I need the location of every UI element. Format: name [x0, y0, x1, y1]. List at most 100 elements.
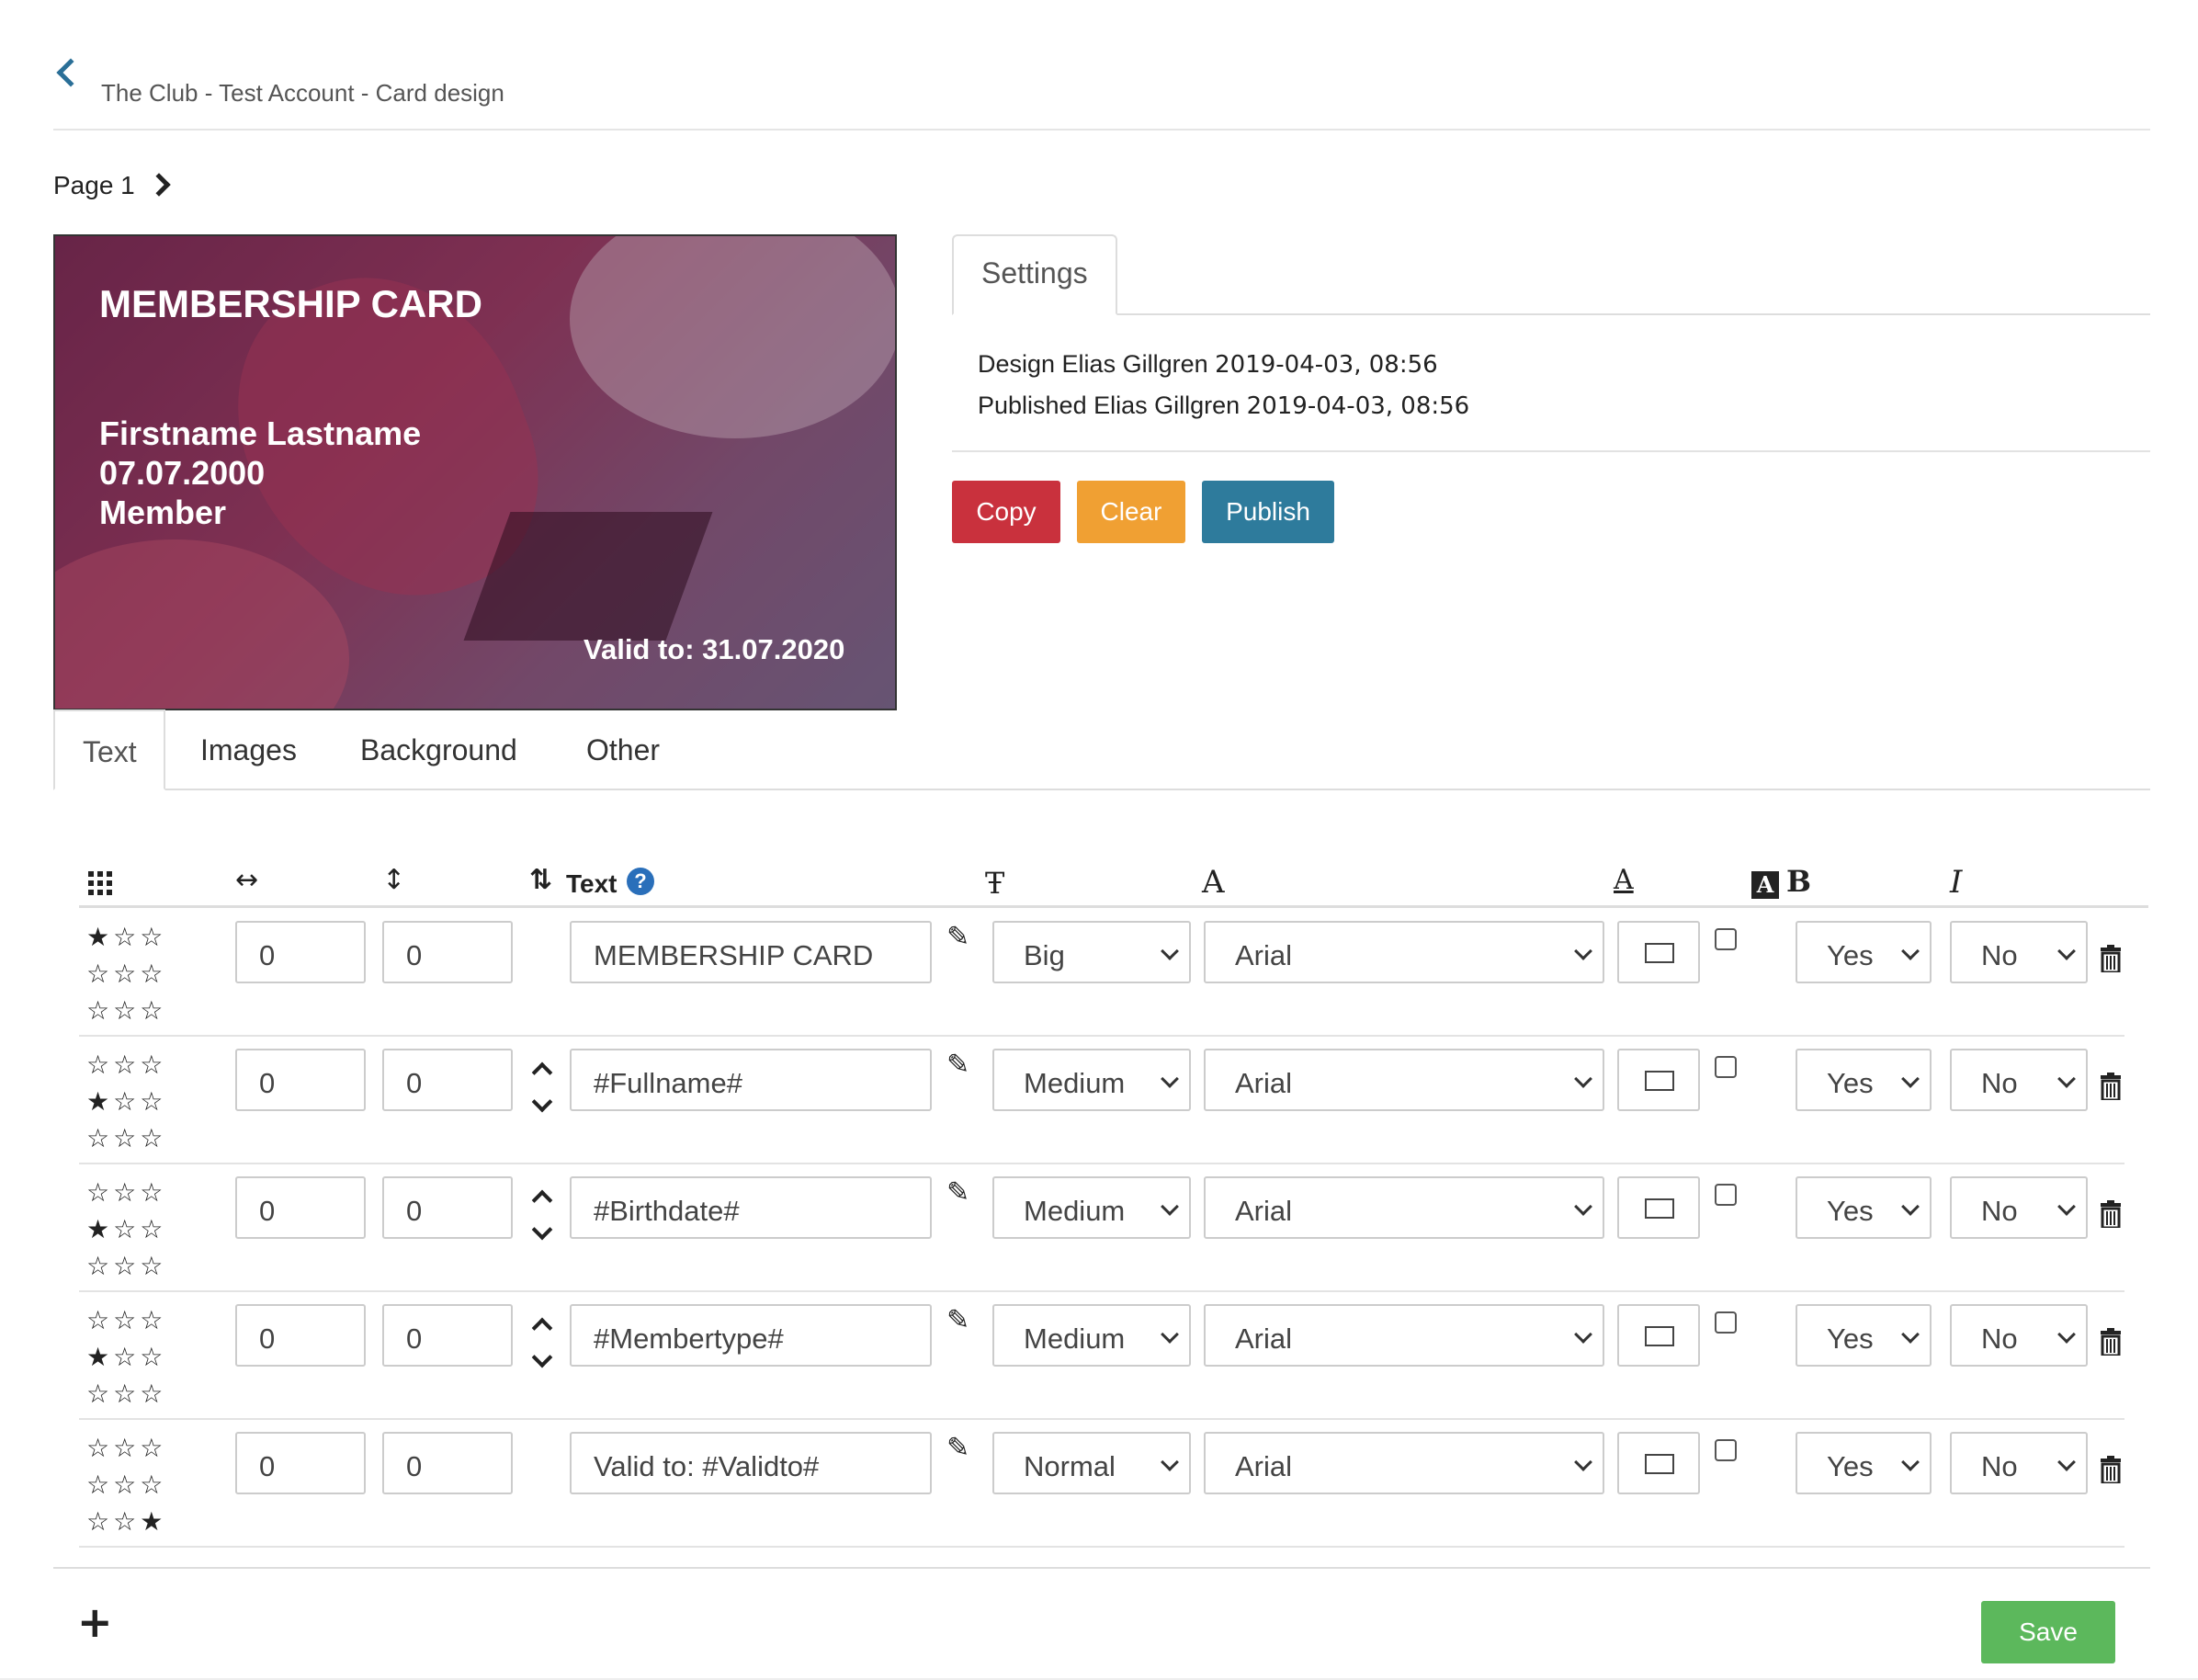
- size-value: Medium: [1024, 1322, 1126, 1355]
- font-select[interactable]: Arial: [1204, 1432, 1604, 1494]
- trash-icon[interactable]: [2101, 1328, 2121, 1357]
- position-stars[interactable]: ★☆☆ ☆☆☆ ☆☆☆: [86, 919, 166, 1029]
- add-row-icon[interactable]: +: [77, 1597, 113, 1647]
- edit-pencil-icon[interactable]: ✎: [946, 1049, 969, 1081]
- font-value: Arial: [1235, 1195, 1293, 1227]
- size-select[interactable]: Big: [992, 921, 1191, 983]
- trash-icon[interactable]: [2101, 1073, 2121, 1102]
- italic-select[interactable]: No: [1950, 1304, 2088, 1367]
- trash-icon[interactable]: [2101, 1200, 2121, 1230]
- bold-select[interactable]: Yes: [1796, 1304, 1932, 1367]
- font-select[interactable]: Arial: [1204, 921, 1604, 983]
- text-background-checkbox[interactable]: [1715, 1184, 1737, 1206]
- chevron-down-icon: [1574, 1198, 1592, 1216]
- italic-select[interactable]: No: [1950, 1049, 2088, 1111]
- help-icon[interactable]: ?: [627, 868, 654, 895]
- color-swatch-icon: [1645, 943, 1674, 963]
- font-color-picker[interactable]: [1617, 1432, 1700, 1494]
- edit-pencil-icon[interactable]: ✎: [946, 1176, 969, 1209]
- x-offset-input[interactable]: 0: [235, 1176, 366, 1239]
- x-offset-input[interactable]: 0: [235, 1304, 366, 1367]
- x-offset-input[interactable]: 0: [235, 921, 366, 983]
- chevron-down-icon: [1574, 1070, 1592, 1088]
- x-offset-input[interactable]: 0: [235, 1049, 366, 1111]
- tab-images[interactable]: Images: [200, 709, 297, 790]
- color-swatch-icon: [1645, 1071, 1674, 1091]
- size-select[interactable]: Medium: [992, 1049, 1191, 1111]
- text-background-checkbox[interactable]: [1715, 1311, 1737, 1334]
- bold-select[interactable]: Yes: [1796, 1432, 1932, 1494]
- text-background-checkbox[interactable]: [1715, 1056, 1737, 1078]
- edit-pencil-icon[interactable]: ✎: [946, 1432, 969, 1464]
- text-background-checkbox[interactable]: [1715, 928, 1737, 950]
- clear-button[interactable]: Clear: [1077, 481, 1185, 543]
- font-color-picker[interactable]: [1617, 921, 1700, 983]
- edit-pencil-icon[interactable]: ✎: [946, 921, 969, 953]
- move-up-icon[interactable]: [531, 1061, 553, 1084]
- move-up-icon[interactable]: [531, 1317, 553, 1339]
- font-select[interactable]: Arial: [1204, 1049, 1604, 1111]
- card-title: MEMBERSHIP CARD: [99, 282, 482, 325]
- text-input[interactable]: Valid to: #Validto#: [570, 1432, 932, 1494]
- tab-background[interactable]: Background: [360, 709, 517, 790]
- text-input[interactable]: #Fullname#: [570, 1049, 932, 1111]
- move-down-icon[interactable]: [531, 1219, 553, 1241]
- move-down-icon[interactable]: [531, 1346, 553, 1368]
- y-offset-input[interactable]: 0: [382, 1304, 513, 1367]
- bold-value: Yes: [1827, 1450, 1874, 1482]
- text-background-checkbox[interactable]: [1715, 1439, 1737, 1461]
- italic-select[interactable]: No: [1950, 1176, 2088, 1239]
- chevron-down-icon: [1161, 1325, 1179, 1344]
- page-header: The Club - Test Account - Card design: [53, 44, 2150, 131]
- font-select[interactable]: Arial: [1204, 1304, 1604, 1367]
- font-select[interactable]: Arial: [1204, 1176, 1604, 1239]
- back-chevron-icon[interactable]: [56, 58, 85, 87]
- x-offset-input[interactable]: 0: [235, 1432, 366, 1494]
- move-up-icon[interactable]: [531, 1189, 553, 1211]
- position-stars[interactable]: ☆☆☆ ★☆☆ ☆☆☆: [86, 1302, 166, 1413]
- y-offset-input[interactable]: 0: [382, 1432, 513, 1494]
- tab-text[interactable]: Text: [53, 709, 165, 790]
- size-select[interactable]: Medium: [992, 1304, 1191, 1367]
- sort-order-icon: ⇅: [529, 864, 553, 896]
- tab-other[interactable]: Other: [586, 709, 660, 790]
- position-stars[interactable]: ☆☆☆ ★☆☆ ☆☆☆: [86, 1047, 166, 1157]
- save-button[interactable]: Save: [1981, 1601, 2115, 1663]
- italic-select[interactable]: No: [1950, 1432, 2088, 1494]
- size-value: Medium: [1024, 1067, 1126, 1099]
- y-offset-input[interactable]: 0: [382, 1049, 513, 1111]
- bold-select[interactable]: Yes: [1796, 1176, 1932, 1239]
- font-color-picker[interactable]: [1617, 1304, 1700, 1367]
- table-row: ☆☆☆ ★☆☆ ☆☆☆ 0 0 #Birthdate# ✎ Medium Ari…: [79, 1165, 2124, 1292]
- chevron-down-icon: [1161, 942, 1179, 960]
- y-offset-input[interactable]: 0: [382, 1176, 513, 1239]
- font-color-picker[interactable]: [1617, 1049, 1700, 1111]
- vertical-offset-icon: ↕: [382, 864, 406, 896]
- font-value: Arial: [1235, 939, 1293, 971]
- trash-icon[interactable]: [2101, 1456, 2121, 1485]
- bold-select[interactable]: Yes: [1796, 921, 1932, 983]
- published-time: 2019-04-03, 08:56: [1246, 392, 1470, 420]
- design-time: 2019-04-03, 08:56: [1215, 351, 1438, 379]
- move-down-icon[interactable]: [531, 1091, 553, 1113]
- chevron-down-icon: [1901, 1198, 1920, 1216]
- trash-icon[interactable]: [2101, 945, 2121, 974]
- italic-select[interactable]: No: [1950, 921, 2088, 983]
- y-offset-input[interactable]: 0: [382, 921, 513, 983]
- tab-settings[interactable]: Settings: [952, 234, 1117, 315]
- font-color-picker[interactable]: [1617, 1176, 1700, 1239]
- text-input[interactable]: MEMBERSHIP CARD: [570, 921, 932, 983]
- text-input[interactable]: #Birthdate#: [570, 1176, 932, 1239]
- bold-value: Yes: [1827, 939, 1874, 971]
- bold-select[interactable]: Yes: [1796, 1049, 1932, 1111]
- size-select[interactable]: Medium: [992, 1176, 1191, 1239]
- publish-button[interactable]: Publish: [1202, 481, 1334, 543]
- next-page-chevron-icon[interactable]: [147, 173, 171, 197]
- position-stars[interactable]: ☆☆☆ ★☆☆ ☆☆☆: [86, 1175, 166, 1285]
- position-stars[interactable]: ☆☆☆ ☆☆☆ ☆☆★: [86, 1430, 166, 1540]
- text-input[interactable]: #Membertype#: [570, 1304, 932, 1367]
- size-select[interactable]: Normal: [992, 1432, 1191, 1494]
- edit-pencil-icon[interactable]: ✎: [946, 1304, 969, 1336]
- chevron-down-icon: [1901, 1325, 1920, 1344]
- copy-button[interactable]: Copy: [952, 481, 1060, 543]
